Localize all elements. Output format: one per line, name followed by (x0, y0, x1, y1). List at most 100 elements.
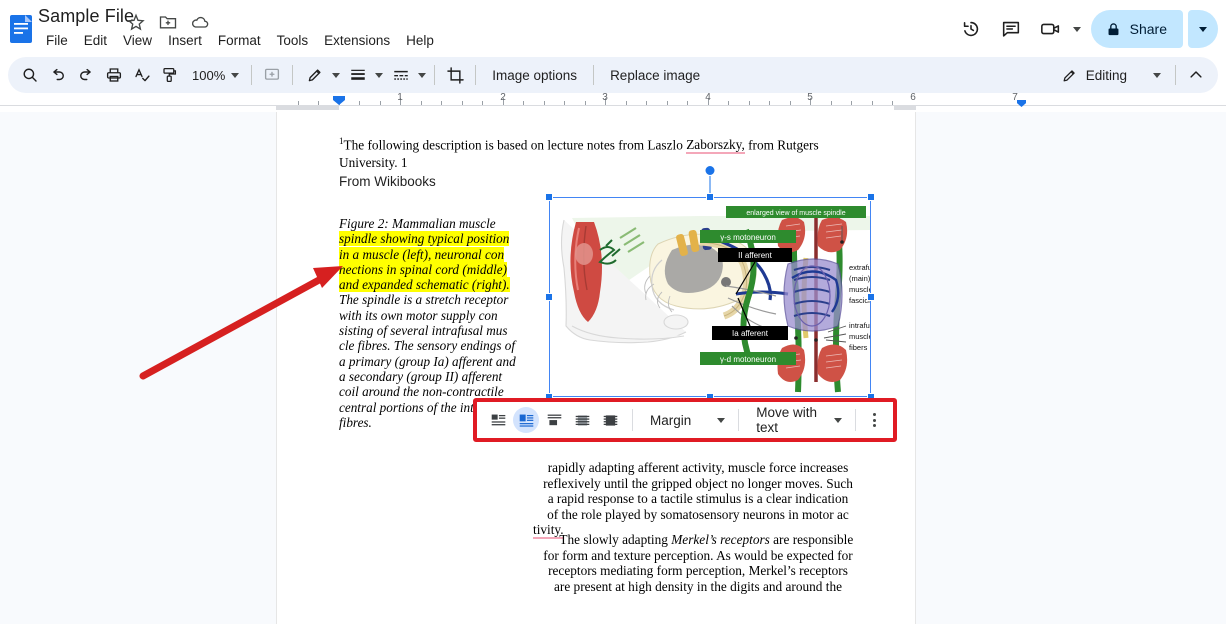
chevron-down-icon (231, 72, 240, 78)
menu-help[interactable]: Help (398, 30, 442, 52)
ruler-number: 7 (1012, 92, 1018, 103)
body-paragraph-1[interactable]: rapidly adapting afferent activity, musc… (533, 460, 863, 540)
undo-icon[interactable] (44, 61, 72, 89)
margin-dropdown-label: Margin (650, 412, 692, 428)
chevron-down-icon (1153, 72, 1161, 78)
menu-extensions[interactable]: Extensions (316, 30, 398, 52)
image-selection-box (549, 197, 871, 397)
in-front-of-text-icon[interactable] (597, 407, 623, 433)
share-dropdown-caret[interactable] (1188, 10, 1218, 48)
caption-line: a secondary (group II) afferent (339, 368, 503, 384)
caption-line: The spindle is a stretch receptor (339, 292, 509, 308)
menu-view[interactable]: View (115, 30, 160, 52)
title-bar: Sample File File Edit View Insert Format… (0, 0, 1226, 56)
border-weight-control[interactable] (342, 61, 385, 89)
ruler-track[interactable]: 1 2 3 4 5 6 7 (276, 92, 1026, 112)
cloud-saved-icon[interactable] (190, 12, 210, 32)
source-line[interactable]: From Wikibooks (339, 174, 436, 189)
lock-icon (1108, 22, 1119, 35)
resize-handle-w[interactable] (545, 293, 553, 301)
menu-edit[interactable]: Edit (76, 30, 115, 52)
menu-tools[interactable]: Tools (269, 30, 317, 52)
border-weight-icon (344, 61, 372, 89)
position-dropdown[interactable]: Move with text (748, 405, 845, 435)
document-page[interactable]: 1The following description is based on l… (276, 112, 916, 624)
border-dash-icon (387, 61, 415, 89)
google-docs-logo[interactable] (8, 14, 36, 44)
position-dropdown-label: Move with text (756, 405, 818, 435)
pencil-icon (1063, 69, 1075, 81)
body-line: The slowly adapting Merkel’s receptors a… (542, 532, 854, 547)
footnote-text-before: The following description is based on le… (343, 137, 687, 153)
paint-format-icon[interactable] (156, 61, 184, 89)
body-line: a rapid response to a tactile stimulus i… (547, 491, 849, 507)
spellcheck-icon[interactable] (128, 61, 156, 89)
resize-handle-ne[interactable] (867, 193, 875, 201)
search-icon[interactable] (16, 61, 44, 89)
caption-line: a primary (group Ia) afferent and (339, 353, 516, 369)
image-toolbar-highlight: Margin Move with text (473, 398, 897, 442)
left-indent-marker[interactable] (333, 96, 345, 105)
body-line: rapidly adapting afferent activity, musc… (547, 460, 849, 475)
add-comment-icon[interactable] (258, 61, 286, 89)
inline-with-text-icon[interactable] (485, 407, 511, 433)
zoom-level-selector[interactable]: 100% (184, 61, 245, 89)
toolbar-divider (251, 65, 253, 85)
menu-insert[interactable]: Insert (160, 30, 210, 52)
chevron-down-icon (418, 72, 427, 78)
image-toolbar-divider (632, 409, 633, 431)
break-text-icon[interactable] (541, 407, 567, 433)
editing-mode-selector[interactable]: Editing (1053, 61, 1169, 89)
image-floating-toolbar: Margin Move with text (477, 402, 893, 438)
zoom-level-value: 100% (192, 67, 226, 83)
rotation-handle[interactable] (704, 165, 716, 176)
border-dash-control[interactable] (385, 61, 428, 89)
page-title[interactable]: Sample File (38, 6, 134, 27)
ruler[interactable]: 1 2 3 4 5 6 7 (0, 92, 1226, 112)
more-options-kebab-icon[interactable] (865, 407, 885, 433)
body-paragraph-2[interactable]: The slowly adapting Merkel’s receptors a… (533, 532, 863, 594)
redo-icon[interactable] (72, 61, 100, 89)
pencil-border-color-icon (301, 61, 329, 89)
body-line: for form and texture perception. As woul… (543, 547, 853, 563)
body-line: receptors mediating form perception, Mer… (548, 563, 848, 579)
caption-line-highlighted: nections in spinal cord (middle) (339, 261, 507, 277)
menu-file[interactable]: File (38, 30, 76, 52)
wrap-text-icon[interactable] (513, 407, 539, 433)
menu-format[interactable]: Format (210, 30, 269, 52)
ruler-number: 5 (807, 92, 813, 103)
margin-dropdown[interactable]: Margin (642, 406, 729, 434)
image-options-button[interactable]: Image options (482, 61, 587, 89)
toolbar-divider (593, 65, 595, 85)
share-button[interactable]: Share (1090, 10, 1183, 48)
caption-line: fibres. (339, 414, 372, 430)
border-color-control[interactable] (299, 61, 342, 89)
replace-image-button[interactable]: Replace image (600, 61, 710, 89)
body-line: reflexively until the gripped object no … (543, 475, 853, 491)
chevron-down-icon (332, 72, 341, 78)
caption-line: with its own motor supply con (339, 307, 498, 323)
misspelled-word[interactable]: Zaborszky, (686, 137, 745, 155)
resize-handle-n[interactable] (706, 193, 714, 201)
caption-line-highlighted: spindle showing typical position (339, 231, 510, 247)
share-button-label: Share (1129, 21, 1167, 37)
video-call-icon[interactable] (1033, 11, 1069, 47)
caption-line-highlighted: and expanded schematic (right). (339, 277, 510, 293)
comment-icon[interactable] (993, 11, 1029, 47)
footnote-paragraph[interactable]: 1The following description is based on l… (339, 132, 859, 172)
chevron-down-icon (833, 417, 842, 423)
resize-handle-nw[interactable] (545, 193, 553, 201)
embedded-image-container[interactable]: enlarged view of muscle spindle γ-s moto… (545, 165, 875, 401)
ruler-number: 2 (500, 92, 506, 103)
version-history-icon[interactable] (953, 11, 989, 47)
video-call-dropdown-caret[interactable] (1072, 26, 1081, 32)
toolbar-region: 100% Image options Replace image Editing (0, 56, 1226, 94)
ruler-number: 4 (705, 92, 711, 103)
crop-icon[interactable] (441, 61, 469, 89)
chevron-up-icon[interactable] (1182, 61, 1210, 89)
behind-text-icon[interactable] (569, 407, 595, 433)
move-to-folder-icon[interactable] (158, 12, 178, 32)
resize-handle-e[interactable] (867, 293, 875, 301)
star-icon[interactable] (126, 12, 146, 32)
print-icon[interactable] (100, 61, 128, 89)
